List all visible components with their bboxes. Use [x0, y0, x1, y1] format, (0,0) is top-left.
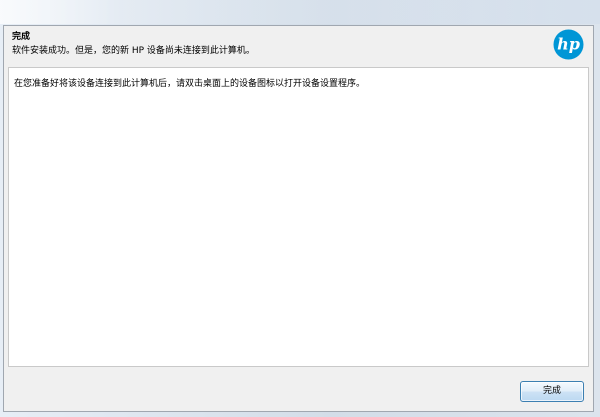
finish-button-label: 完成	[542, 386, 561, 396]
finish-button[interactable]: 完成	[520, 381, 584, 402]
wizard-header: 完成 软件安装成功。但是，您的新 HP 设备尚未连接到此计算机。 hp	[4, 26, 593, 65]
page-subtitle: 软件安装成功。但是，您的新 HP 设备尚未连接到此计算机。	[12, 46, 255, 56]
window-frame	[0, 0, 600, 24]
message-panel: 在您准备好将该设备连接到此计算机后，请双击桌面上的设备图标以打开设备设置程序。	[8, 67, 589, 367]
instruction-text: 在您准备好将该设备连接到此计算机后，请双击桌面上的设备图标以打开设备设置程序。	[14, 79, 366, 89]
installer-window: 完成 软件安装成功。但是，您的新 HP 设备尚未连接到此计算机。 hp 在您准备…	[0, 0, 600, 417]
hp-logo-icon: hp	[553, 29, 584, 60]
hp-logo-text: hp	[557, 35, 580, 54]
page-title: 完成	[12, 32, 31, 42]
installer-dialog: 完成 软件安装成功。但是，您的新 HP 设备尚未连接到此计算机。 hp 在您准备…	[3, 25, 594, 412]
